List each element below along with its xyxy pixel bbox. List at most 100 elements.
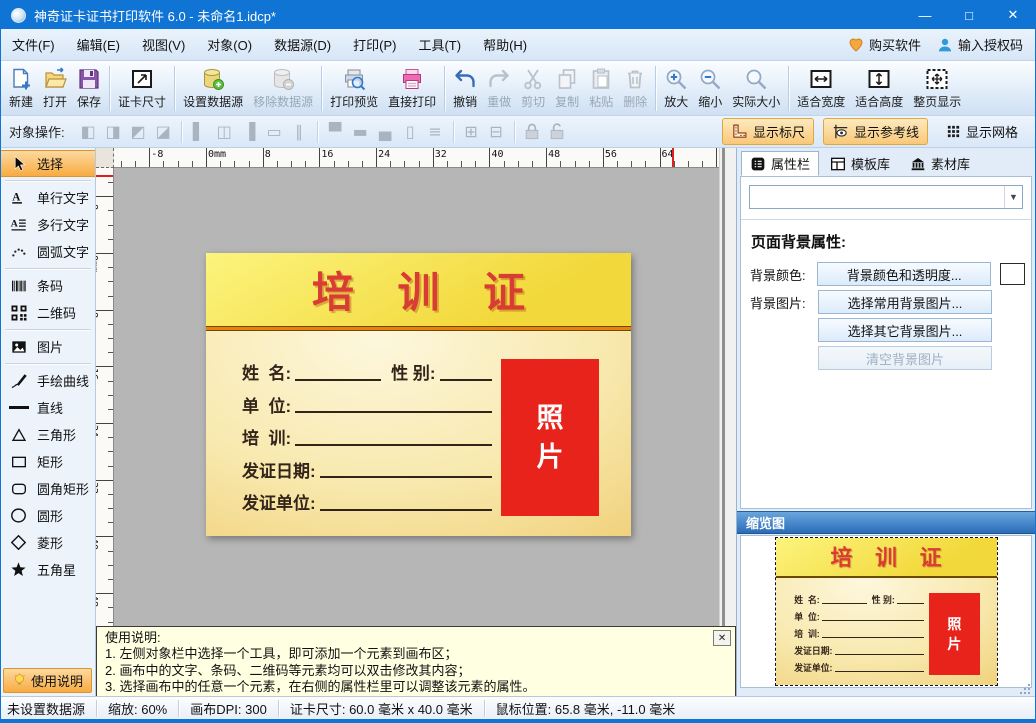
guideline-icon (832, 123, 849, 140)
tab-materials[interactable]: 素材库 (901, 151, 979, 176)
common-bg-image-button[interactable]: 选择常用背景图片... (818, 290, 992, 314)
ruler-tick (249, 161, 250, 168)
tool-freehand-curve[interactable]: 手绘曲线 (1, 367, 95, 394)
tool-image[interactable]: 图片 (1, 333, 95, 360)
design-canvas[interactable]: 培 训 证姓 名:性 别:单 位:培 训:发证日期:发证单位:照片 (114, 168, 719, 626)
zoom-in-button[interactable]: 放大 (659, 62, 693, 114)
minimize-button[interactable]: — (903, 1, 947, 29)
tool-rectangle[interactable]: 矩形 (1, 448, 95, 475)
ruler-label: -8 (151, 149, 163, 160)
properties-box: ▼ 页面背景属性: 背景颜色:背景颜色和透明度...背景图片:选择常用背景图片.… (740, 176, 1032, 509)
delete-label: 删除 (623, 93, 647, 110)
help-button[interactable]: 使用说明 (3, 668, 92, 693)
card-field-label: 发证单位: (242, 493, 316, 514)
tool-circle-label: 圆形 (37, 506, 63, 525)
ruler-tick (404, 161, 405, 168)
tool-barcode[interactable]: 条码 (1, 272, 95, 299)
other-bg-image-button[interactable]: 选择其它背景图片... (818, 318, 992, 342)
tool-multi-line-text[interactable]: A多行文字 (1, 211, 95, 238)
align-center-horizontal-icon: ◫ (212, 120, 237, 144)
move-layer-up-icon: ◩ (126, 120, 151, 144)
enter-license[interactable]: 输入授权码 (937, 35, 1023, 54)
show-guides-toggle[interactable]: 显示参考线 (823, 118, 928, 145)
ruler-label: 48 (96, 595, 99, 607)
object-selector-combobox[interactable]: ▼ (749, 185, 1023, 209)
resize-grip-icon[interactable] (1020, 684, 1030, 694)
ruler-tick (631, 161, 632, 168)
new-button[interactable]: 新建 (4, 62, 38, 114)
show-ruler-toggle[interactable]: 显示标尺 (722, 118, 814, 145)
tool-barcode-label: 条码 (37, 276, 63, 295)
certificate-card[interactable]: 培 训 证姓 名:性 别:单 位:培 训:发证日期:发证单位:照片 (206, 253, 631, 536)
view-toggles: 显示标尺显示参考线显示网格 (722, 118, 1027, 145)
menu-item-5[interactable]: 打印(P) (342, 29, 407, 60)
maximize-button[interactable]: □ (947, 1, 991, 29)
set-datasource-button[interactable]: 设置数据源 (178, 62, 248, 114)
tool-diamond[interactable]: 菱形 (1, 529, 95, 556)
cut-button: 剪切 (516, 62, 550, 114)
card-field-row: 姓 名:性 别: (794, 589, 924, 606)
tool-single-line-text[interactable]: A单行文字 (1, 184, 95, 211)
close-button[interactable]: ✕ (991, 1, 1035, 29)
tab-materials-label: 素材库 (931, 154, 970, 173)
show-grid-toggle[interactable]: 显示网格 (937, 118, 1027, 145)
fit-height-button[interactable]: 适合高度 (850, 62, 908, 114)
tab-templates[interactable]: 模板库 (821, 151, 899, 176)
barcode-icon (5, 278, 32, 294)
usage-line: 使用说明: (105, 630, 709, 646)
tool-qrcode[interactable]: 二维码 (1, 299, 95, 326)
tool-star[interactable]: 五角星 (1, 556, 95, 583)
open-button[interactable]: 打开 (38, 62, 72, 114)
toolbar-separator (109, 66, 110, 111)
card-photo-box[interactable]: 照片 (929, 593, 980, 675)
zoom-status: 缩放: 60% (97, 697, 178, 719)
menu-item-3[interactable]: 对象(O) (196, 29, 263, 60)
bg-color-swatch (1000, 263, 1025, 285)
fit-page-label: 整页显示 (913, 93, 961, 110)
tool-triangle[interactable]: 三角形 (1, 421, 95, 448)
ruler-tick (206, 148, 207, 168)
card-photo-box[interactable]: 照片 (501, 359, 599, 516)
card-field-label: 姓 名: (242, 363, 291, 384)
align-right-icon: ▐ (237, 120, 262, 144)
undo-button[interactable]: 撤销 (448, 62, 482, 114)
vertical-scrollbar[interactable] (719, 148, 736, 626)
buy-software[interactable]: 购买软件 (848, 35, 921, 54)
card-size-button[interactable]: 证卡尺寸 (113, 62, 171, 114)
menu-item-6[interactable]: 工具(T) (407, 29, 472, 60)
certificate-card[interactable]: 培 训 证姓 名:性 别:单 位:培 训:发证日期:发证单位:照片 (776, 538, 997, 685)
card-divider (776, 576, 997, 579)
ruler-tick (149, 148, 150, 168)
menu-item-1[interactable]: 编辑(E) (66, 29, 131, 60)
paste-label: 粘贴 (589, 93, 613, 110)
toolbar-separator (514, 121, 515, 143)
ruler-label: 32 (435, 149, 447, 160)
tool-rounded-rectangle[interactable]: 圆角矩形 (1, 475, 95, 502)
tool-arc-text[interactable]: 圆弧文字 (1, 238, 95, 265)
tab-properties[interactable]: 属性栏 (741, 151, 819, 176)
tool-circle[interactable]: 圆形 (1, 502, 95, 529)
ruler-tick (263, 148, 264, 168)
print-preview-button[interactable]: 打印预览 (325, 62, 383, 114)
close-usage-button[interactable]: ✕ (713, 630, 731, 646)
zoom-out-button[interactable]: 缩小 (693, 62, 727, 114)
chevron-down-icon[interactable]: ▼ (1004, 186, 1022, 208)
fit-page-button[interactable]: 整页显示 (908, 62, 966, 114)
ruler-tick (362, 161, 363, 168)
menu-item-0[interactable]: 文件(F) (1, 29, 66, 60)
main-content: 选择 A单行文字A多行文字圆弧文字条码二维码图片手绘曲线直线三角形矩形圆角矩形圆形… (1, 148, 1035, 698)
menu-item-7[interactable]: 帮助(H) (472, 29, 538, 60)
thumbnail-box: 培 训 证姓 名:性 别:单 位:培 训:发证日期:发证单位:照片 (740, 535, 1032, 688)
menu-item-4[interactable]: 数据源(D) (263, 29, 342, 60)
align-bottom-icon: ▄ (373, 120, 398, 144)
fit-width-button[interactable]: 适合宽度 (792, 62, 850, 114)
bg-color-button[interactable]: 背景颜色和透明度... (817, 262, 991, 286)
tool-rounded-rectangle-label: 圆角矩形 (37, 479, 89, 498)
save-button[interactable]: 保存 (72, 62, 106, 114)
actual-size-button[interactable]: 实际大小 (727, 62, 785, 114)
direct-print-button[interactable]: 直接打印 (383, 62, 441, 114)
scrollbar-thumb[interactable] (722, 148, 725, 626)
tool-select[interactable]: 选择 (1, 150, 95, 177)
menu-item-2[interactable]: 视图(V) (131, 29, 196, 60)
tool-line[interactable]: 直线 (1, 394, 95, 421)
